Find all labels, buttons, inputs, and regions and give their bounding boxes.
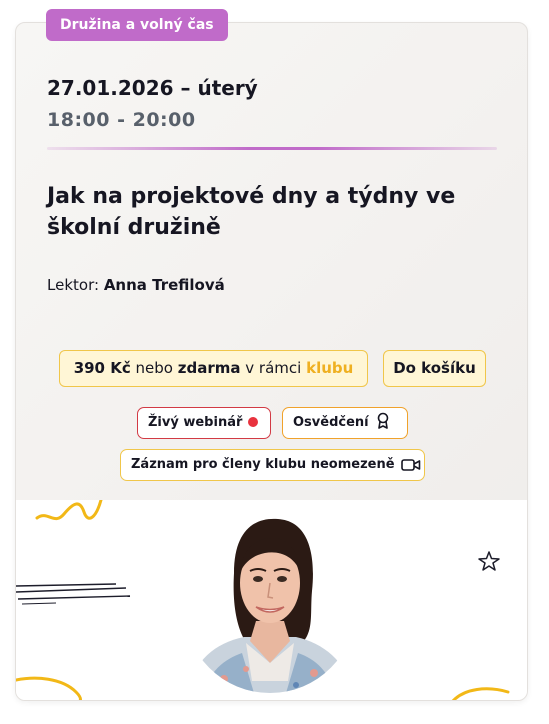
lecturer-photo-area [16, 500, 527, 700]
red-dot-icon [248, 417, 259, 427]
star-doodle-icon [478, 551, 500, 571]
lecturer-name: Anna Trefilová [103, 276, 225, 294]
category-badge[interactable]: Družina a volný čas [46, 9, 228, 41]
price-box: 390 Kč nebo zdarma v rámci klubu [59, 350, 368, 387]
certificate-badge: Osvědčení [282, 407, 408, 439]
price-within: v rámci [245, 359, 302, 377]
yellow-loop-decoration [16, 676, 82, 700]
event-title[interactable]: Jak na projektové dny a týdny ve školní … [47, 181, 487, 243]
event-date: 27.01.2026 – úterý [47, 76, 258, 100]
event-card[interactable]: 27.01.2026 – úterý 18:00 - 20:00 Jak na … [15, 22, 528, 701]
recording-badge: Záznam pro členy klubu neomezeně [120, 449, 425, 481]
price-or: nebo [135, 359, 173, 377]
event-time: 18:00 - 20:00 [47, 109, 196, 131]
yellow-curve-decoration [451, 687, 510, 700]
live-webinar-label: Živý webinář [148, 415, 243, 430]
divider [47, 147, 497, 150]
lecturer-label: Lektor: [47, 276, 100, 294]
video-camera-icon [400, 459, 420, 471]
lecturer: Lektor: Anna Trefilová [47, 276, 225, 294]
lecturer-photo [184, 513, 356, 693]
certificate-label: Osvědčení [293, 415, 369, 430]
price-free: zdarma [177, 359, 241, 377]
price-value: 390 Kč [73, 359, 131, 377]
pencil-lines-decoration [16, 583, 131, 605]
club-link[interactable]: klubu [306, 359, 353, 377]
recording-label: Záznam pro členy klubu neomezeně [131, 457, 395, 472]
live-webinar-badge: Živý webinář [137, 407, 271, 439]
yellow-squiggle-decoration [35, 500, 103, 521]
add-to-cart-button[interactable]: Do košíku [383, 350, 486, 387]
award-ribbon-icon [377, 412, 388, 429]
